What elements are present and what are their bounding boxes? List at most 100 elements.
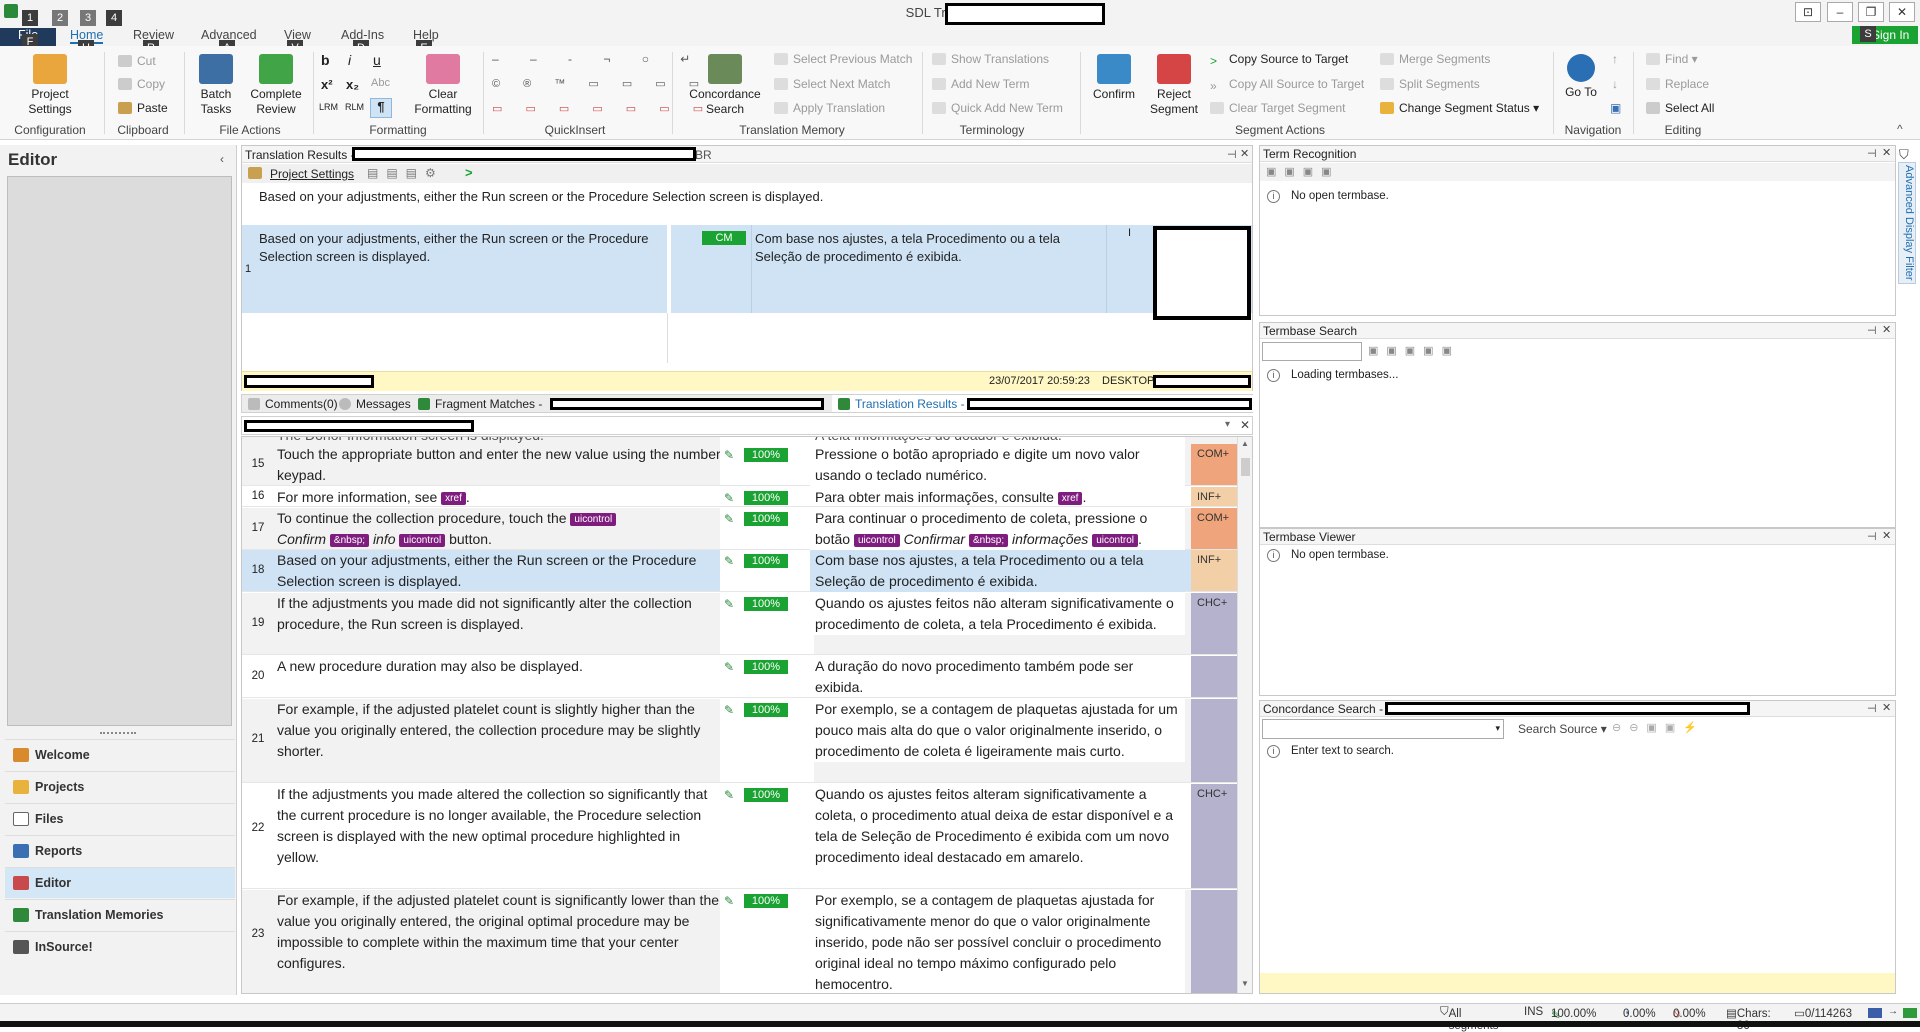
- batch-tasks-button[interactable]: Batch Tasks: [192, 54, 240, 117]
- xref-tag[interactable]: xref: [1057, 492, 1083, 505]
- replace-button[interactable]: Replace: [1646, 77, 1709, 91]
- formatting-marks-icon[interactable]: ¶: [370, 98, 392, 118]
- copy-source-to-target-button[interactable]: > Copy Source to Target: [1210, 52, 1348, 68]
- segment-source[interactable]: A new procedure duration may also be dis…: [277, 656, 722, 677]
- search-source-button[interactable]: Search Source ▾: [1518, 722, 1607, 736]
- vertical-scrollbar[interactable]: ▲ ▼: [1237, 437, 1252, 993]
- italic-icon[interactable]: i: [348, 52, 351, 68]
- close-button[interactable]: ✕: [1889, 2, 1915, 22]
- segment-source[interactable]: To continue the collection procedure, to…: [277, 508, 722, 550]
- scroll-up-icon[interactable]: ▲: [1241, 439, 1249, 448]
- xref-tag[interactable]: xref: [441, 492, 466, 505]
- table-row[interactable]: 15 Touch the appropriate button and ente…: [242, 444, 1237, 486]
- advanced-display-filter-tab[interactable]: Advanced Display Filter: [1898, 162, 1916, 284]
- segment-target[interactable]: A duração do novo procedimento também po…: [810, 656, 1185, 698]
- nav-translation-memories[interactable]: Translation Memories: [5, 899, 235, 930]
- add-new-term-button[interactable]: Add New Term: [932, 77, 1029, 91]
- segment-source[interactable]: For more information, see xref.: [277, 487, 722, 508]
- table-row[interactable]: 17 To continue the collection procedure,…: [242, 508, 1237, 550]
- segment-target[interactable]: Quando os ajustes feitos não alteram sig…: [810, 593, 1185, 635]
- concordance-search-button[interactable]: Concordance Search: [686, 54, 764, 117]
- change-segment-status-button[interactable]: Change Segment Status ▾: [1380, 101, 1539, 115]
- lrm-icon[interactable]: LRM: [319, 102, 338, 112]
- termbase-search-input[interactable]: [1262, 342, 1362, 361]
- clear-formatting-button[interactable]: Clear Formatting: [412, 54, 474, 117]
- uicontrol-tag[interactable]: uicontrol: [570, 513, 617, 526]
- quick-add-new-term-button[interactable]: Quick Add New Term: [932, 101, 1063, 115]
- segment-target[interactable]: Pressione o botão apropriado e digite um…: [810, 444, 1185, 486]
- split-segments-button[interactable]: Split Segments: [1380, 77, 1480, 91]
- segment-source[interactable]: For example, if the adjusted platelet co…: [277, 890, 722, 974]
- nbsp-tag[interactable]: &nbsp;: [329, 534, 370, 547]
- segment-target[interactable]: Quando os ajustes feitos alteram signifi…: [810, 784, 1185, 868]
- apply-translation-button[interactable]: Apply Translation: [774, 101, 885, 115]
- find-button[interactable]: Find ▾: [1646, 52, 1698, 66]
- paste-button[interactable]: Paste: [118, 101, 168, 115]
- close-panel-icon[interactable]: ✕: [1882, 146, 1891, 159]
- pin-icon[interactable]: ⊣: [1867, 530, 1877, 543]
- segment-filter[interactable]: ⛉ All segments: [1440, 1006, 1498, 1032]
- reject-segment-button[interactable]: Reject Segment: [1148, 54, 1200, 117]
- cut-button[interactable]: Cut: [118, 54, 156, 68]
- collapse-pane-icon[interactable]: ‹: [220, 152, 224, 166]
- pin-icon[interactable]: ⊣: [1867, 702, 1877, 715]
- filter-icon[interactable]: ⛉: [1899, 147, 1909, 163]
- table-row[interactable]: 23 For example, if the adjusted platelet…: [242, 890, 1237, 993]
- nav-projects[interactable]: Projects: [5, 771, 235, 802]
- segment-target[interactable]: Com base nos ajustes, a tela Procediment…: [810, 550, 1185, 592]
- nbsp-tag[interactable]: &nbsp;: [969, 534, 1009, 547]
- go-to-button[interactable]: Go To: [1558, 54, 1604, 100]
- subscript-icon[interactable]: x₂: [346, 77, 359, 92]
- segment-source[interactable]: Based on your adjustments, either the Ru…: [277, 550, 722, 592]
- quickinsert-row-3[interactable]: ▭ ▭ ▭ ▭ ▭ ▭ ▭: [492, 102, 713, 115]
- select-previous-match-button[interactable]: Select Previous Match: [774, 52, 912, 66]
- quickinsert-row-2[interactable]: © ® ™ ▭ ▭ ▭ ▭: [492, 77, 709, 90]
- segment-target[interactable]: Para obter mais informações, consulte xr…: [810, 487, 1185, 508]
- nav-editor[interactable]: Editor: [5, 867, 235, 898]
- pin-icon[interactable]: ⊣: [1867, 324, 1877, 337]
- uicontrol-tag[interactable]: uicontrol: [853, 534, 900, 547]
- project-settings-button[interactable]: Project Settings: [18, 54, 82, 117]
- close-panel-icon[interactable]: ✕: [1240, 147, 1249, 160]
- copy-button[interactable]: Copy: [118, 77, 165, 91]
- segment-source[interactable]: For example, if the adjusted platelet co…: [277, 699, 722, 762]
- match-row[interactable]: 1 Based on your adjustments, either the …: [242, 225, 1252, 320]
- dropdown-icon[interactable]: ▾: [1495, 723, 1500, 734]
- merge-segments-button[interactable]: Merge Segments: [1380, 52, 1490, 66]
- dropdown-icon[interactable]: ▾: [1225, 419, 1230, 430]
- table-row[interactable]: 16 For more information, see xref. ✎ 100…: [242, 487, 1237, 507]
- splitter-grip[interactable]: [100, 732, 136, 736]
- nav-reports[interactable]: Reports: [5, 835, 235, 866]
- uicontrol-tag[interactable]: uicontrol: [399, 534, 446, 547]
- segment-target[interactable]: Por exemplo, se a contagem de plaquetas …: [810, 890, 1185, 993]
- arrow-right-icon[interactable]: >: [465, 165, 473, 180]
- tab-comments[interactable]: Comments(0): [248, 397, 338, 411]
- termbase-toolbar-icons[interactable]: ▣▣▣▣▣: [1368, 344, 1460, 357]
- pin-icon[interactable]: ⊣: [1227, 148, 1237, 161]
- table-row[interactable]: 20 A new procedure duration may also be …: [242, 656, 1237, 698]
- rlm-icon[interactable]: RLM: [345, 102, 364, 112]
- scroll-down-icon[interactable]: ▼: [1241, 979, 1249, 988]
- table-row[interactable]: 18 Based on your adjustments, either the…: [242, 550, 1237, 592]
- concordance-search-input[interactable]: ▾: [1262, 719, 1504, 739]
- table-row[interactable]: 19 If the adjustments you made did not s…: [242, 593, 1237, 655]
- collapse-ribbon-icon[interactable]: ^: [1897, 122, 1903, 136]
- close-document-icon[interactable]: ✕: [1240, 418, 1250, 432]
- nav-welcome[interactable]: Welcome: [5, 739, 235, 770]
- results-toolbar-icons[interactable]: ▤▤▤⚙: [367, 166, 444, 180]
- select-next-match-button[interactable]: Select Next Match: [774, 77, 890, 91]
- scrollbar-thumb[interactable]: [1241, 458, 1250, 476]
- maximize-button[interactable]: ❐: [1858, 2, 1884, 22]
- restore-ribbon-icon[interactable]: ⊡: [1795, 2, 1821, 22]
- nav-files[interactable]: Files: [5, 803, 235, 834]
- table-row[interactable]: 21 For example, if the adjusted platelet…: [242, 699, 1237, 783]
- minimize-button[interactable]: –: [1827, 2, 1853, 22]
- copy-all-source-to-target-button[interactable]: » Copy All Source to Target: [1210, 77, 1364, 93]
- nav-insource[interactable]: InSource!: [5, 931, 235, 962]
- confirm-button[interactable]: Confirm: [1088, 54, 1140, 102]
- segment-target[interactable]: Para continuar o procedimento de coleta,…: [810, 508, 1185, 550]
- segment-source[interactable]: If the adjustments you made did not sign…: [277, 593, 722, 635]
- uicontrol-tag[interactable]: uicontrol: [1092, 534, 1138, 547]
- previous-segment-icon[interactable]: ↑: [1612, 52, 1618, 66]
- bold-icon[interactable]: b: [321, 52, 330, 68]
